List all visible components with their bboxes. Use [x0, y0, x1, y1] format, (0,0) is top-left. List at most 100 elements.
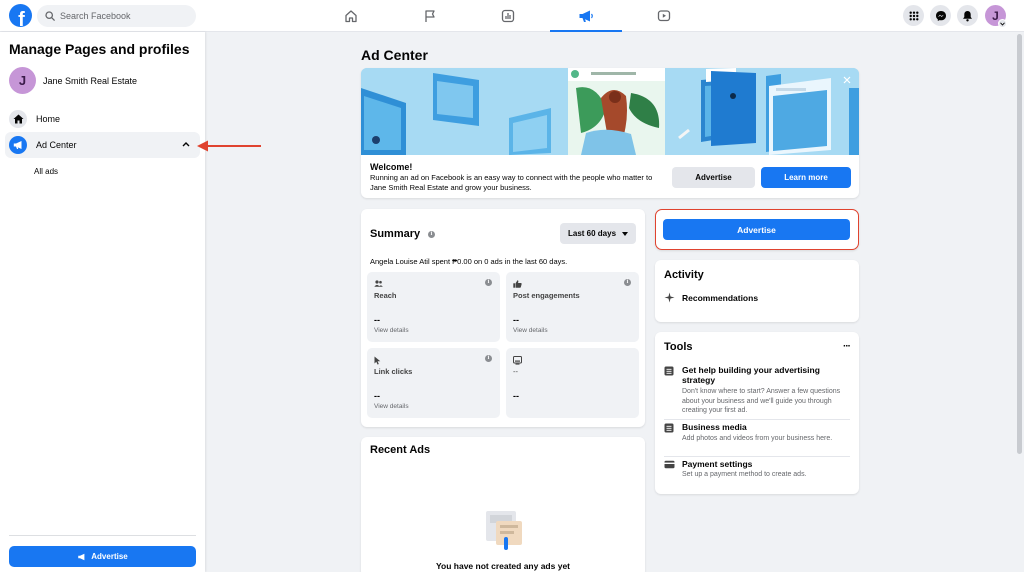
house-icon [9, 110, 27, 128]
tool-title: Get help building your advertising strat… [682, 365, 820, 385]
period-label: Last 60 days [567, 229, 617, 238]
view-details-link[interactable]: View details [374, 327, 409, 334]
sidebar-item-label: Home [36, 114, 61, 124]
tool-description: Add photos and videos from your business… [682, 435, 833, 442]
metric-label: Post engagements [513, 291, 580, 300]
facebook-logo[interactable]: f [9, 4, 32, 27]
scrollbar-thumb[interactable] [1017, 34, 1022, 454]
search-bar[interactable] [37, 5, 196, 27]
welcome-banner: Welcome! Running an ad on Facebook is an… [361, 68, 859, 198]
profile-name: Jane Smith Real Estate [43, 75, 138, 86]
more-options-button[interactable]: ··· [843, 341, 851, 352]
tools-title: Tools [664, 341, 693, 353]
messenger-button[interactable] [930, 5, 951, 26]
metric-label: -- [513, 367, 518, 376]
learn-more-button[interactable]: Learn more [761, 167, 851, 188]
menu-button[interactable] [903, 5, 924, 26]
sidebar-item-label: Ad Center [36, 140, 77, 150]
empty-state-text: You have not created any ads yet [436, 561, 570, 571]
chart-icon [501, 9, 515, 23]
advertise-label: Advertise [91, 552, 128, 561]
tool-title: Business media [682, 422, 747, 432]
chevron-down-icon [1000, 21, 1005, 26]
metric-post-engagements: Post engagements i -- View details [506, 272, 639, 342]
metric-value: -- [374, 315, 380, 325]
activity-title: Activity [664, 269, 704, 281]
sparkle-icon [664, 292, 675, 303]
divider [664, 419, 850, 420]
metric-value: -- [513, 315, 519, 325]
sidebar: Manage Pages and profiles J Jane Smith R… [0, 32, 205, 572]
sidebar-advertise-button[interactable]: Advertise [9, 546, 196, 567]
sidebar-item-all-ads[interactable]: All ads [34, 167, 58, 176]
metric-placeholder: -- -- [506, 348, 639, 418]
view-details-link[interactable]: View details [513, 327, 548, 334]
summary-title: Summary [370, 228, 421, 240]
view-details-link[interactable]: View details [374, 403, 409, 410]
tool-advertising-strategy[interactable]: Get help building your advertising strat… [664, 365, 850, 415]
tab-pages[interactable] [394, 0, 466, 32]
megaphone-icon [78, 553, 85, 560]
tool-title: Payment settings [682, 459, 753, 469]
page-title: Ad Center [361, 47, 428, 63]
close-icon[interactable] [842, 75, 852, 85]
advertise-button[interactable]: Advertise [663, 219, 850, 240]
list-icon [664, 423, 674, 433]
metric-link-clicks: Link clicks i -- View details [367, 348, 500, 418]
info-icon[interactable]: i [428, 231, 435, 238]
period-dropdown[interactable]: Last 60 days [560, 223, 636, 244]
credit-card-icon [664, 460, 675, 469]
search-icon [45, 11, 55, 21]
people-icon [374, 280, 383, 287]
megaphone-icon [579, 10, 593, 22]
tab-ad-center[interactable] [550, 0, 622, 32]
welcome-title: Welcome! [370, 162, 413, 172]
megaphone-icon [9, 136, 27, 154]
recent-ads-card: Recent Ads You have not created any ads … [361, 437, 645, 572]
tool-payment-settings[interactable]: Payment settings Set up a payment method… [664, 459, 850, 483]
sidebar-title: Manage Pages and profiles [9, 41, 190, 57]
summary-description: Angela Louise Atil spent ₱0.00 on 0 ads … [370, 257, 568, 266]
recommendations-label: Recommendations [682, 292, 759, 303]
welcome-text: Running an ad on Facebook is an easy way… [370, 173, 653, 192]
monitor-icon [513, 356, 522, 365]
flag-icon [425, 10, 435, 22]
metric-label: Link clicks [374, 367, 413, 376]
search-input[interactable] [60, 11, 190, 21]
recommendations-item[interactable]: Recommendations [664, 292, 758, 303]
tool-business-media[interactable]: Business media Add photos and videos fro… [664, 422, 850, 454]
avatar: J [9, 67, 36, 94]
recent-ads-title: Recent Ads [370, 444, 431, 456]
account-menu-caret[interactable] [998, 19, 1007, 28]
menu-grid-icon [909, 11, 918, 20]
banner-advertise-button[interactable]: Advertise [672, 167, 755, 188]
info-icon[interactable]: i [485, 355, 492, 362]
tool-description: Don't know where to start? Answer a few … [682, 388, 841, 414]
metric-label: Reach [374, 291, 397, 300]
tab-insights[interactable] [472, 0, 544, 32]
tools-card: Tools ··· Get help building your adverti… [655, 332, 859, 494]
annotation-arrow [197, 140, 261, 152]
advertise-highlight: Advertise [655, 209, 859, 250]
video-icon [657, 10, 671, 22]
list-icon [664, 366, 674, 376]
info-icon[interactable]: i [624, 279, 631, 286]
sidebar-item-ad-center[interactable]: Ad Center [5, 132, 200, 158]
thumbs-up-icon [513, 280, 522, 288]
tab-home[interactable] [315, 0, 387, 32]
divider [9, 535, 196, 536]
sidebar-profile[interactable]: J Jane Smith Real Estate [9, 67, 137, 94]
notifications-button[interactable] [957, 5, 978, 26]
metric-value: -- [513, 391, 519, 401]
tab-video[interactable] [628, 0, 700, 32]
metric-reach: Reach i -- View details [367, 272, 500, 342]
cursor-icon [374, 356, 381, 365]
activity-card: Activity Recommendations [655, 260, 859, 322]
top-bar: f J [0, 0, 1024, 32]
home-icon [345, 10, 357, 23]
info-icon[interactable]: i [485, 279, 492, 286]
sidebar-item-home[interactable]: Home [5, 106, 200, 132]
chevron-up-icon[interactable] [182, 141, 190, 147]
bell-icon [963, 10, 972, 21]
tool-description: Set up a payment method to create ads. [682, 471, 807, 478]
